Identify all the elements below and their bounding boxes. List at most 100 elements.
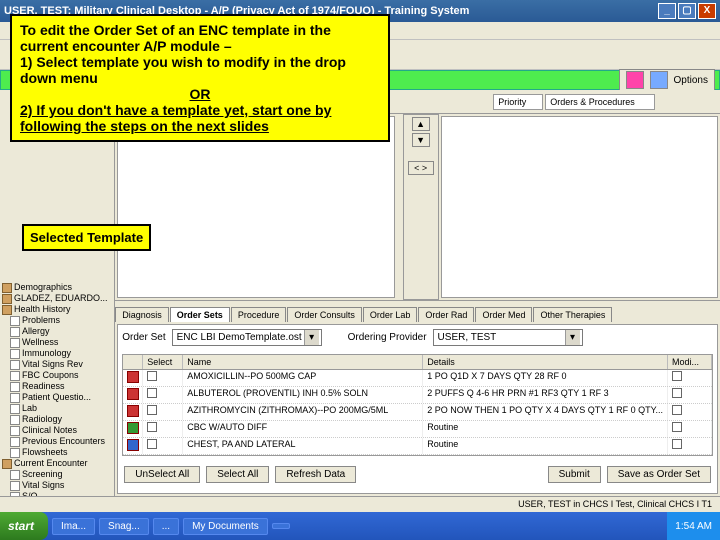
priority-swap-button[interactable]: < > [408,161,434,175]
tab-order-consults[interactable]: Order Consults [287,307,362,322]
select-checkbox[interactable] [147,422,157,432]
table-row[interactable]: AZITHROMYCIN (ZITHROMAX)--PO 200MG/5ML2 … [123,404,712,421]
options-button[interactable]: Options [619,69,715,91]
tree-item: Lab [10,403,112,414]
selected-template-callout: Selected Template [22,224,151,251]
file-icon [10,338,20,348]
save-as-orderset-button[interactable]: Save as Order Set [607,466,711,483]
tree-item: Current Encounter [2,458,112,469]
modify-checkbox[interactable] [672,422,682,432]
tree-item: Readiness [10,381,112,392]
taskbar-item[interactable]: Ima... [52,518,95,535]
folder-icon [2,459,12,469]
tree-item: Vital Signs Rev [10,359,112,370]
select-checkbox[interactable] [147,388,157,398]
file-icon [10,316,20,326]
minimize-button[interactable]: _ [658,3,676,19]
tab-order-med[interactable]: Order Med [475,307,532,322]
col-select[interactable]: Select [143,355,183,369]
instruction-overlay: To edit the Order Set of an ENC template… [10,14,390,142]
file-icon [10,349,20,359]
priority-controls: ▲ ▼ < > [403,114,439,300]
select-checkbox[interactable] [147,439,157,449]
table-row[interactable]: ALBUTEROL (PROVENTIL) INH 0.5% SOLN2 PUF… [123,387,712,404]
orders-procedures-area[interactable] [441,116,718,298]
folder-icon [2,305,12,315]
med-icon [127,405,139,417]
orderset-dropdown[interactable]: ENC LBI DemoTemplate.ost [172,329,322,346]
modify-checkbox[interactable] [672,388,682,398]
col-name[interactable]: Name [183,355,423,369]
select-checkbox[interactable] [147,405,157,415]
col-modify[interactable]: Modi... [668,355,712,369]
file-icon [10,360,20,370]
button-row: UnSelect All Select All Refresh Data Sub… [118,460,717,489]
right-pane: Chronic/Acute|Type Priority Orders & Pro… [115,90,720,496]
start-button[interactable]: start [0,512,48,540]
tree-item: Previous Encounters [10,436,112,447]
file-icon [10,404,20,414]
maximize-button[interactable]: ▢ [678,3,696,19]
file-icon [10,382,20,392]
tree-item: Wellness [10,337,112,348]
taskbar-item[interactable]: Snag... [99,518,149,535]
taskbar-item[interactable] [272,523,290,529]
taskbar-item[interactable]: My Documents [183,518,268,535]
table-row[interactable]: CBC W/AUTO DIFFRoutine [123,421,712,438]
order-table: Select Name Details Modi... AMOXICILLIN-… [122,354,713,456]
close-button[interactable]: X [698,3,716,19]
tree-item: Radiology [10,414,112,425]
tree-item: Health History [2,304,112,315]
file-icon [10,426,20,436]
table-row[interactable]: CHEST, PA AND LATERALRoutine [123,438,712,455]
col-details[interactable]: Details [423,355,668,369]
avatar-icon [626,71,644,89]
table-row[interactable]: AMOXICILLIN--PO 500MG CAP1 PO Q1D X 7 DA… [123,370,712,387]
refresh-data-button[interactable]: Refresh Data [275,466,356,483]
tree-item: Allergy [10,326,112,337]
tab-procedure[interactable]: Procedure [231,307,287,322]
tree-item: FBC Coupons [10,370,112,381]
tree-item: S/O [10,491,112,496]
tree-item: Screening [10,469,112,480]
tab-order-rad[interactable]: Order Rad [418,307,474,322]
modify-checkbox[interactable] [672,405,682,415]
select-all-button[interactable]: Select All [206,466,269,483]
unselect-all-button[interactable]: UnSelect All [124,466,200,483]
orderset-label: Order Set [122,332,165,343]
modify-checkbox[interactable] [672,371,682,381]
diagnosis-list-area[interactable] [117,116,394,298]
tree-item: Patient Questio... [10,392,112,403]
rad-icon [127,439,139,451]
folder-icon [2,294,12,304]
tab-order-lab[interactable]: Order Lab [363,307,418,322]
status-bar: USER, TEST in CHCS I Test, Clinical CHCS… [0,496,720,512]
tree-item: Flowsheets [10,447,112,458]
tabs: Diagnosis Order Sets Procedure Order Con… [115,300,720,322]
main-area: Demographics GLADEZ, EDUARDO... Health H… [0,90,720,496]
submit-orders-button[interactable]: Submit [548,466,601,483]
tree-item: Clinical Notes [10,425,112,436]
priority-up-button[interactable]: ▲ [412,117,430,131]
lab-icon [127,422,139,434]
file-icon [10,470,20,480]
priority-down-button[interactable]: ▼ [412,133,430,147]
tab-diagnosis[interactable]: Diagnosis [115,307,169,322]
med-icon [127,371,139,383]
file-icon [10,448,20,458]
orderset-panel: Order Set ENC LBI DemoTemplate.ost Order… [117,324,718,494]
nav-tree[interactable]: Demographics GLADEZ, EDUARDO... Health H… [0,90,115,496]
select-checkbox[interactable] [147,371,157,381]
taskbar: start Ima... Snag... ... My Documents 1:… [0,512,720,540]
clock: 1:54 AM [675,521,712,532]
ordering-provider-label: Ordering Provider [348,332,427,343]
tab-other-therapies[interactable]: Other Therapies [533,307,612,322]
tree-item: Problems [10,315,112,326]
tree-item: Demographics [2,282,112,293]
system-tray[interactable]: 1:54 AM [667,512,720,540]
taskbar-item[interactable]: ... [153,518,179,535]
provider-dropdown[interactable]: USER, TEST [433,329,583,346]
tab-order-sets[interactable]: Order Sets [170,307,230,322]
modify-checkbox[interactable] [672,439,682,449]
file-icon [10,327,20,337]
